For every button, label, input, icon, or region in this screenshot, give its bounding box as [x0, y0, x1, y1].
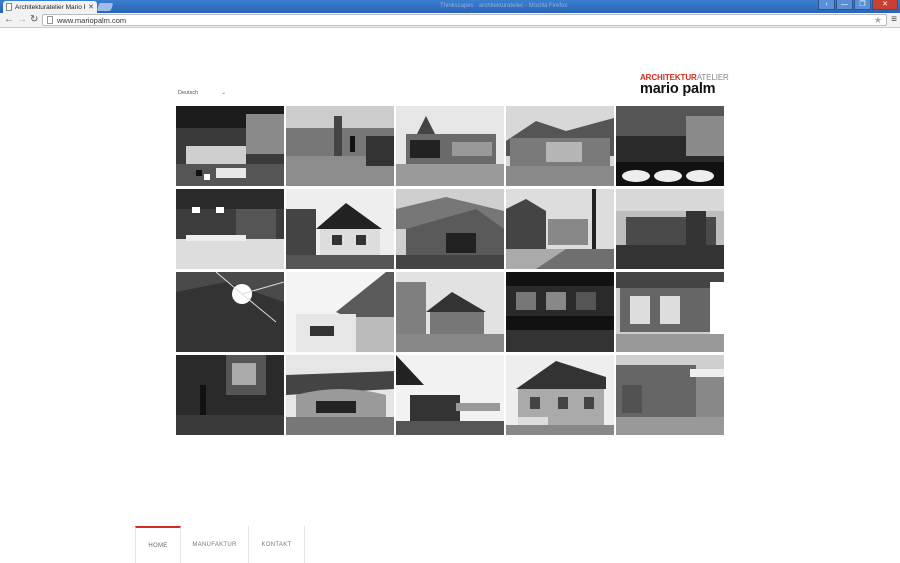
gallery-tile[interactable] — [506, 189, 614, 269]
window-extra-button[interactable]: ‹ — [818, 0, 835, 10]
dining-room-photo — [176, 189, 284, 269]
window-title: Thinkscapes · architekturatelier - Mozil… — [440, 3, 568, 9]
gallery-tile[interactable] — [396, 189, 504, 269]
nav-item-kontakt[interactable]: KONTAKT — [249, 526, 305, 563]
curved-roof-house-photo — [286, 355, 394, 435]
minimize-button[interactable]: — — [836, 0, 853, 10]
tower-sunburst-photo — [176, 272, 284, 352]
project-gallery — [176, 106, 724, 435]
gallery-tile[interactable] — [616, 189, 724, 269]
browser-tab-bar: Architekturatelier Mario P ✕ Thinkscapes… — [0, 0, 900, 13]
modern-house-photo — [396, 106, 504, 186]
house-with-trees-photo — [396, 272, 504, 352]
village-street-photo — [506, 189, 614, 269]
interior-living-room-photo — [176, 106, 284, 186]
gallery-tile[interactable] — [286, 272, 394, 352]
gallery-tile[interactable] — [286, 189, 394, 269]
window-controls: ‹ — ❐ ✕ — [818, 0, 898, 10]
nav-item-home[interactable]: HOME — [135, 526, 181, 563]
browser-toolbar: ← → ↻ www.mariopalm.com ★ ≡ — [0, 13, 900, 28]
hillside-building-photo — [396, 189, 504, 269]
chevron-down-icon: ⌄ — [221, 90, 226, 96]
address-bar[interactable]: www.mariopalm.com ★ — [42, 14, 887, 26]
gallery-tile[interactable] — [176, 355, 284, 435]
house-in-valley-photo — [506, 106, 614, 186]
night-facade-photo — [506, 272, 614, 352]
flat-roof-building-photo — [396, 355, 504, 435]
arrow-right-icon[interactable]: → — [17, 14, 27, 26]
browser-tab[interactable]: Architekturatelier Mario P ✕ — [3, 1, 97, 13]
glass-pavilion-photo — [616, 272, 724, 352]
interior-stairs-photo — [176, 355, 284, 435]
gabled-house-photo — [286, 189, 394, 269]
interior-hall-photo — [286, 106, 394, 186]
bookmark-star-icon[interactable]: ★ — [874, 15, 882, 25]
farmhouse-with-car-photo — [506, 355, 614, 435]
tab-close-icon[interactable]: ✕ — [88, 4, 94, 11]
gallery-tile[interactable] — [176, 189, 284, 269]
gallery-tile[interactable] — [616, 272, 724, 352]
tab-title: Architekturatelier Mario P — [15, 3, 86, 11]
nav-item-manufaktur[interactable]: MANUFAKTUR — [181, 526, 249, 563]
window-close-button[interactable]: ✕ — [872, 0, 898, 10]
gallery-tile[interactable] — [396, 106, 504, 186]
new-tab-button[interactable] — [96, 3, 114, 11]
reload-icon[interactable]: ↻ — [30, 14, 38, 26]
logo-name: mario palm — [640, 81, 716, 97]
footer-navigation: HOME MANUFAKTUR KONTAKT — [135, 526, 305, 563]
gallery-tile[interactable] — [616, 355, 724, 435]
gallery-tile[interactable] — [396, 355, 504, 435]
row-houses-photo — [616, 189, 724, 269]
gallery-tile[interactable] — [506, 272, 614, 352]
gallery-tile[interactable] — [506, 106, 614, 186]
gallery-tile[interactable] — [176, 106, 284, 186]
arrow-left-icon[interactable]: ← — [4, 14, 14, 26]
gallery-tile[interactable] — [176, 272, 284, 352]
night-terrace-photo — [616, 106, 724, 186]
white-facade-photo — [286, 272, 394, 352]
language-select[interactable]: Deutsch ⌄ — [178, 90, 226, 98]
maximize-button[interactable]: ❐ — [854, 0, 871, 10]
menu-icon[interactable]: ≡ — [891, 14, 897, 26]
page-icon — [47, 16, 53, 24]
gallery-tile[interactable] — [286, 106, 394, 186]
url-text[interactable]: www.mariopalm.com — [57, 16, 126, 25]
brick-building-photo — [616, 355, 724, 435]
gallery-tile[interactable] — [616, 106, 724, 186]
gallery-tile[interactable] — [286, 355, 394, 435]
page-icon — [6, 3, 12, 11]
gallery-tile[interactable] — [506, 355, 614, 435]
gallery-tile[interactable] — [396, 272, 504, 352]
language-value: Deutsch — [178, 90, 199, 96]
site-logo[interactable]: ARCHITEKTURATELIER mario palm — [640, 73, 729, 97]
